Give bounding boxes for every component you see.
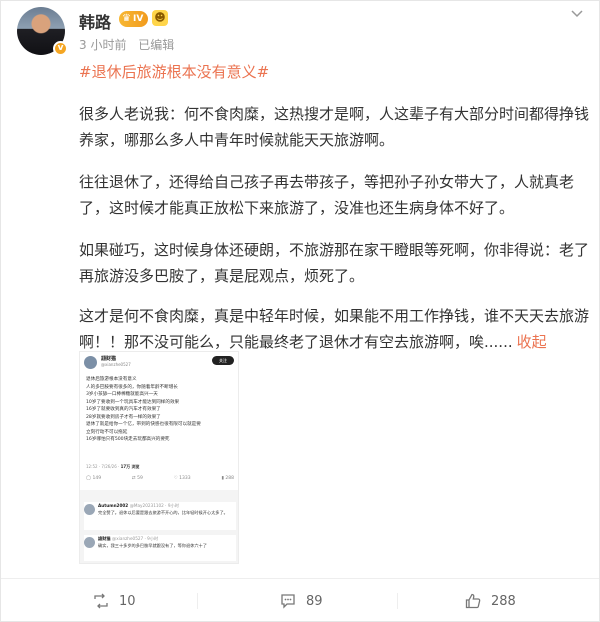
vip-badge[interactable]: ♛ IV — [119, 11, 149, 27]
screenshot-name: 翃财猫 — [101, 356, 117, 362]
post-paragraph-2: 往往退休了，还得给自己孩子再去带孩子，等把孙子孙女带大了，人就真老了，这时候才能… — [79, 173, 575, 217]
screenshot-reply: 翃财猫 @xianzhe0527 · 9小时 确实，我三十多岁的多巴胺早就跟没有… — [84, 535, 236, 561]
screenshot-handle: @xianzhe0527 — [101, 362, 131, 367]
screenshot-line: 28岁就要收到房子才有一样的效果了 — [86, 414, 161, 420]
vip-level: IV — [132, 14, 144, 24]
repost-button[interactable]: 10 — [93, 579, 136, 622]
screenshot-retweet-count: ⇄ 59 — [131, 476, 143, 481]
screenshot-line: 退休后旅游根本没有意义 — [86, 377, 137, 382]
post-image[interactable]: 翃财猫 @xianzhe0527 关注 退休后旅游根本没有意义 人的多巴胺要有很… — [79, 351, 239, 564]
screenshot-reply-text: 完全赞了。退休以后要是跟去旅游不开心的，比年轻时候开心太多了。 — [98, 510, 228, 515]
screenshot-tweet: 翃财猫 @xianzhe0527 关注 退休后旅游根本没有意义 人的多巴胺要有很… — [80, 352, 238, 490]
screenshot-reply-avatar — [84, 504, 95, 515]
topic-link[interactable]: #退休后旅游根本没有意义# — [79, 61, 269, 82]
post-paragraph-4-text: 这才是何不食肉糜，真是中轻年时候，如果能不用工作挣钱，谁不天天去旅游啊！！那不没… — [79, 307, 590, 351]
screenshot-line: 16岁了就要收到真的汽车才有效果了 — [86, 407, 161, 412]
like-count: 288 — [491, 593, 516, 609]
post-time[interactable]: 3 小时前 — [79, 38, 126, 52]
screenshot-reply-avatar — [84, 537, 95, 548]
post-paragraph-4: 这才是何不食肉糜，真是中轻年时候，如果能不用工作挣钱，谁不天天去旅游啊！！那不没… — [79, 303, 589, 355]
screenshot-avatar — [84, 356, 97, 369]
screenshot-line: 人的多巴胺要有很多的，你随着年龄不断增长 — [86, 384, 178, 390]
post-paragraph-1: 很多人老说我：何不食肉糜，这热搜才是啊，人这辈子有大部分时间都得挣钱养家，哪那么… — [79, 105, 590, 149]
thumbs-up-icon — [465, 593, 481, 609]
post-meta: 3 小时前 已编辑 — [79, 36, 174, 53]
screenshot-text: 退休后旅游根本没有意义 人的多巴胺要有很多的，你随着年龄不断增长 3岁小孩舔一口… — [86, 376, 236, 444]
screenshot-reply-text: 确实，我三十多岁的多巴胺早就跟没有了，等你退休六十了 — [98, 543, 207, 548]
divider — [197, 593, 198, 609]
screenshot-reply: Autumn2002 @May20231102 · 9小时 完全赞了。退休以后要… — [84, 502, 236, 530]
screenshot-line: 退休了就是给你一个亿，带到的快感也很有限可以就是要 — [86, 422, 201, 427]
screenshot-date: 12:52 · 7/26/26 — [86, 464, 117, 469]
screenshot-reply-name: 翃财猫 @xianzhe0527 · 9小时 — [98, 536, 159, 541]
edited-label[interactable]: 已编辑 — [138, 38, 174, 52]
screenshot-reply-count: ◯ 149 — [86, 476, 102, 481]
screenshot-view-count: ▮ 288 — [221, 476, 234, 481]
author-name[interactable]: 韩路 — [79, 9, 111, 33]
chevron-down-icon[interactable] — [567, 7, 587, 23]
comment-button[interactable]: 89 — [280, 579, 323, 622]
post-paragraph-3: 如果碰巧，这时候身体还硬朗，不旅游那在家干瞪眼等死啊，你非得说：老了再旅游没多巴… — [79, 241, 590, 285]
verified-badge-icon: v — [53, 41, 68, 56]
repost-icon — [93, 593, 109, 609]
fan-badge-icon[interactable]: ☻ — [152, 10, 168, 26]
screenshot-actions: ◯ 149 ⇄ 59 ♡ 1333 ▮ 288 — [86, 476, 234, 481]
screenshot-stats: 12:52 · 7/26/26 · 17万 浏览 — [86, 464, 140, 469]
screenshot-reply-name: Autumn2002 @May20231102 · 9小时 — [98, 503, 179, 508]
crown-icon: ♛ — [122, 13, 131, 24]
screenshot-line: 立刻行动不可以拖延 — [86, 429, 128, 435]
post-action-bar: 10 89 288 — [1, 578, 599, 622]
comment-icon — [280, 593, 296, 609]
like-button[interactable]: 288 — [465, 579, 516, 622]
divider — [397, 593, 398, 609]
comment-count: 89 — [306, 593, 323, 609]
screenshot-line: 3岁小孩舔一口棒棒糖就能高兴一天 — [86, 392, 158, 397]
screenshot-line: 16岁哪怕只有500块走去玩都高兴的要死 — [86, 437, 170, 442]
screenshot-line: 10岁了要收到一个玩具车才能达到同样的效果 — [86, 399, 180, 405]
repost-count: 10 — [119, 593, 136, 609]
screenshot-like-count: ♡ 1333 — [173, 476, 191, 481]
screenshot-views: 17万 浏览 — [120, 464, 140, 469]
weibo-post-card: v 韩路 ♛ IV ☻ 3 小时前 已编辑 #退休后旅游根本没有意义# 很多人老说… — [0, 0, 600, 622]
screenshot-follow-button: 关注 — [212, 356, 234, 365]
collapse-link[interactable]: 收起 — [517, 333, 547, 351]
